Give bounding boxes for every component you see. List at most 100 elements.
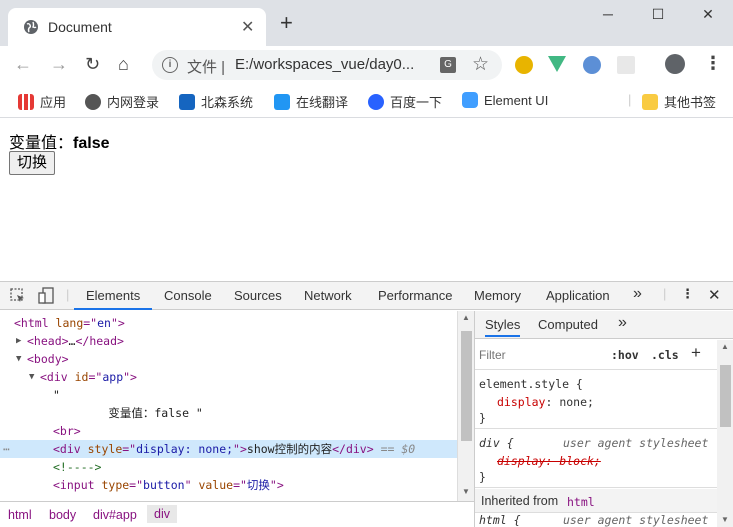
translate-icon[interactable]: G <box>440 57 456 73</box>
bookmarks-bar: 应用 内网登录 北森系统 在线翻译 百度一下 Element UI | 其他书签 <box>0 84 733 118</box>
variable-label: 变量值： <box>9 135 74 152</box>
bookmark-baidu[interactable]: 百度一下 <box>368 92 442 111</box>
close-brace: } <box>479 411 486 425</box>
globe-icon <box>24 20 38 34</box>
expand-arrow-icon[interactable]: ▶ <box>16 332 21 350</box>
css-declaration[interactable]: display: none; <box>497 395 594 409</box>
ua-div-rule: div { user agent stylesheet display: blo… <box>475 430 717 488</box>
bookmark-translate[interactable]: 在线翻译 <box>274 92 348 111</box>
new-rule-button[interactable]: + <box>691 343 701 363</box>
forward-icon[interactable]: → <box>50 55 68 73</box>
class-toggle[interactable]: .cls <box>651 348 679 362</box>
expand-arrow-icon[interactable]: ▼ <box>29 368 34 386</box>
maximize-button[interactable]: ☐ <box>643 6 673 28</box>
breadcrumb-html[interactable]: html <box>8 508 32 522</box>
elements-scrollbar[interactable]: ▲ ▼ <box>457 311 474 501</box>
tab-application[interactable]: Application <box>546 288 610 303</box>
dom-breadcrumb: html body div#app div <box>0 501 474 527</box>
home-icon[interactable]: ⌂ <box>118 55 129 73</box>
dom-node-line[interactable]: ▶ <head>…</head> <box>0 332 457 350</box>
minimize-button[interactable]: ─ <box>593 6 623 28</box>
scroll-down-icon[interactable]: ▼ <box>462 487 470 496</box>
tab-performance[interactable]: Performance <box>378 288 452 303</box>
info-square-icon <box>179 94 195 110</box>
dom-node-line[interactable]: <br> <box>0 422 457 440</box>
address-bar[interactable]: i 文件 | E:/workspaces_vue/day0... G ☆ <box>152 50 502 80</box>
devtools-close-icon[interactable]: ✕ <box>708 286 721 304</box>
bookmark-star-icon[interactable]: ☆ <box>472 53 489 76</box>
device-toolbar-icon[interactable] <box>38 287 56 305</box>
bookmark-other[interactable]: 其他书签 <box>642 92 716 111</box>
toggle-button[interactable]: 切换 <box>9 151 55 175</box>
dom-node-line[interactable]: <html lang="en"> <box>0 314 457 332</box>
window-close-button[interactable]: ✕ <box>693 6 723 28</box>
extension-icon[interactable] <box>617 56 635 74</box>
hover-state-toggle[interactable]: :hov <box>611 348 639 362</box>
expand-arrow-icon[interactable]: ▼ <box>16 350 21 368</box>
menu-icon[interactable]: ⋮ <box>704 54 722 72</box>
more-tabs-icon[interactable]: » <box>618 314 627 332</box>
scroll-thumb[interactable] <box>720 365 731 427</box>
html-rule: html { user agent stylesheet <box>475 513 717 527</box>
devtools-tab-bar: | Elements Console Sources Network Perfo… <box>0 282 733 310</box>
breadcrumb-body[interactable]: body <box>49 508 76 522</box>
extension-icon[interactable] <box>583 56 601 74</box>
paw-icon <box>368 94 384 110</box>
extension-icon[interactable] <box>515 56 533 74</box>
tab-console[interactable]: Console <box>164 288 212 303</box>
tab-divider: | <box>663 286 667 301</box>
info-icon[interactable]: i <box>162 57 178 73</box>
dom-node-line[interactable]: " <box>0 386 457 404</box>
browser-tab[interactable]: Document ✕ <box>8 8 266 46</box>
breadcrumb-div-app[interactable]: div#app <box>93 508 137 522</box>
dom-node-line[interactable]: ▼ <div id="app"> <box>0 368 457 386</box>
dom-node-line[interactable]: <!----> <box>0 458 457 476</box>
tab-computed[interactable]: Computed <box>538 317 598 332</box>
bookmark-beisen[interactable]: 北森系统 <box>179 92 253 111</box>
url-scheme-label: 文件 | <box>187 59 226 76</box>
breadcrumb-div[interactable]: div <box>147 505 177 523</box>
tab-title: Document <box>48 19 112 35</box>
ua-source: user agent stylesheet <box>563 436 709 450</box>
styles-filter-bar: :hov .cls + <box>475 340 717 370</box>
back-icon[interactable]: ← <box>14 55 32 73</box>
dom-node-line[interactable]: ⋯ <div style="display: none;">show控制的内容</… <box>0 440 457 458</box>
tab-sources[interactable]: Sources <box>234 288 282 303</box>
inherited-tag[interactable]: html <box>567 495 595 509</box>
devtools-menu-icon[interactable]: ⋮ <box>681 286 694 302</box>
vue-devtools-icon[interactable] <box>548 56 566 72</box>
tab-memory[interactable]: Memory <box>474 288 521 303</box>
tab-network[interactable]: Network <box>304 288 352 303</box>
devtools-panel: | Elements Console Sources Network Perfo… <box>0 281 733 527</box>
dom-node-line[interactable]: <input type="button" value="切换"> <box>0 476 457 494</box>
scroll-down-icon[interactable]: ▼ <box>721 515 729 524</box>
inspect-element-icon[interactable] <box>10 288 26 304</box>
scroll-up-icon[interactable]: ▲ <box>721 342 729 351</box>
close-brace: } <box>479 470 486 484</box>
scroll-thumb[interactable] <box>461 331 472 441</box>
html-selector: html { <box>479 513 521 527</box>
dom-node-line[interactable]: 变量值：false " <box>0 404 457 422</box>
tab-elements[interactable]: Elements <box>74 288 153 310</box>
folder-icon <box>642 94 658 110</box>
ua-selector: div { <box>479 436 514 450</box>
bookmark-element-ui[interactable]: Element UI <box>462 92 548 108</box>
reload-icon[interactable]: ↻ <box>85 55 100 73</box>
profile-avatar-icon[interactable] <box>665 54 685 74</box>
title-bar: Document ✕ + ─ ☐ ✕ <box>0 0 733 46</box>
new-tab-icon[interactable]: + <box>280 12 293 34</box>
more-tabs-icon[interactable]: » <box>633 285 642 303</box>
styles-scrollbar[interactable]: ▲ ▼ <box>717 340 733 527</box>
overridden-declaration: display: block; <box>497 454 601 468</box>
dom-node-line[interactable]: ▼ <body> <box>0 350 457 368</box>
inherited-label: Inherited from <box>481 494 559 508</box>
node-actions-icon[interactable]: ⋯ <box>3 440 10 458</box>
tab-styles[interactable]: Styles <box>485 317 521 337</box>
url-text[interactable]: E:/workspaces_vue/day0... <box>235 56 414 73</box>
bookmark-intranet[interactable]: 内网登录 <box>85 92 159 111</box>
scroll-up-icon[interactable]: ▲ <box>462 313 470 322</box>
bookmark-apps[interactable]: 应用 <box>18 92 66 111</box>
styles-filter-input[interactable] <box>479 344 599 366</box>
close-icon[interactable]: ✕ <box>241 17 254 37</box>
browser-toolbar: ← → ↻ ⌂ i 文件 | E:/workspaces_vue/day0...… <box>0 46 733 84</box>
